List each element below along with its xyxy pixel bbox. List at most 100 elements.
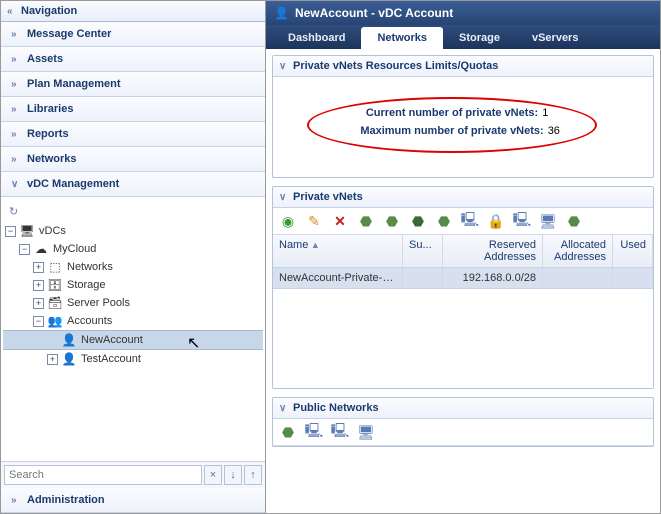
account-icon: 👤 xyxy=(61,333,77,347)
tab-networks[interactable]: Networks xyxy=(361,27,443,49)
chevron-down-icon: ∨ xyxy=(279,61,289,72)
tree-server-pools[interactable]: + 🗃 Server Pools xyxy=(3,294,263,312)
collapse-icon[interactable]: « xyxy=(7,6,17,17)
quota-label: Current number of private vNets: xyxy=(366,107,538,119)
cloud-icon: ☁ xyxy=(33,242,49,256)
tab-vservers[interactable]: vServers xyxy=(516,27,595,49)
page-title: NewAccount - vDC Account xyxy=(295,6,453,20)
tabs: Dashboard Networks Storage vServers xyxy=(266,25,660,49)
tree-label: TestAccount xyxy=(81,353,141,365)
quota-label: Maximum number of private vNets: xyxy=(360,125,543,137)
nav-label: Networks xyxy=(27,153,77,165)
nav-administration[interactable]: »Administration xyxy=(1,488,265,513)
panel-title: Private vNets Resources Limits/Quotas xyxy=(293,60,498,72)
col-allocated[interactable]: Allocated Addresses xyxy=(543,235,613,267)
cell-name: NewAccount-Private-v... xyxy=(273,268,403,288)
search-input[interactable] xyxy=(4,465,202,485)
expand-toggle[interactable]: − xyxy=(5,226,16,237)
expand-toggle[interactable]: + xyxy=(33,298,44,309)
private-vnets-panel: ∨ Private vNets ◉ ✎ ✕ ⬣ ⬣ ⬣ ⬣ 🖳 🔒 🖳 🖥 ⬣ xyxy=(272,186,654,389)
tree-label: NewAccount xyxy=(81,334,143,346)
title-bar: 👤 NewAccount - vDC Account xyxy=(266,1,660,25)
cell-reserved: 192.168.0.0/28 xyxy=(443,268,543,288)
server-icon[interactable]: 🖳 xyxy=(305,423,323,441)
quota-max: Maximum number of private vNets: 36 xyxy=(360,125,565,137)
net-icon[interactable]: ⬣ xyxy=(357,212,375,230)
nav-vdc-management[interactable]: ∨vDC Management xyxy=(1,172,265,197)
nav-networks[interactable]: »Networks xyxy=(1,147,265,172)
add-icon[interactable]: ◉ xyxy=(279,212,297,230)
tree-newaccount[interactable]: 👤 NewAccount ↖ xyxy=(3,330,263,350)
private-vnets-head[interactable]: ∨ Private vNets xyxy=(273,187,653,208)
tree-storage[interactable]: + 🗄 Storage xyxy=(3,276,263,294)
net-icon-4[interactable]: ⬣ xyxy=(435,212,453,230)
nav-reports[interactable]: »Reports xyxy=(1,122,265,147)
quotas-panel-head[interactable]: ∨ Private vNets Resources Limits/Quotas xyxy=(273,56,653,77)
net-icon-3[interactable]: ⬣ xyxy=(409,212,427,230)
col-su[interactable]: Su... xyxy=(403,235,443,267)
quota-current: Current number of private vNets: 1 xyxy=(366,107,560,119)
tree-label: Storage xyxy=(67,279,106,291)
vnets-table-body: NewAccount-Private-v... 192.168.0.0/28 xyxy=(273,268,653,388)
quotas-body: Current number of private vNets: 1 Maxim… xyxy=(273,77,653,177)
quota-value: 1 xyxy=(542,107,560,119)
tree-label: Accounts xyxy=(67,315,112,327)
public-networks-panel: ∨ Public Networks ⬣ 🖳 🖳 🖥 xyxy=(272,397,654,447)
navigation-header: « Navigation xyxy=(1,1,265,22)
server-icon-2[interactable]: 🖳 xyxy=(513,212,531,230)
storage-icon: 🗄 xyxy=(47,278,63,292)
chevron-down-icon: ∨ xyxy=(279,192,289,203)
nav-message-center[interactable]: »Message Center xyxy=(1,22,265,47)
cell-su xyxy=(403,268,443,288)
server-group-icon[interactable]: 🖥 xyxy=(539,212,557,230)
expand-toggle[interactable]: + xyxy=(47,354,58,365)
panel-title: Private vNets xyxy=(293,191,363,203)
tree-testaccount[interactable]: + 👤 TestAccount xyxy=(3,350,263,368)
col-used[interactable]: Used xyxy=(613,235,653,267)
panel-title: Public Networks xyxy=(293,402,379,414)
nav-assets[interactable]: »Assets xyxy=(1,47,265,72)
public-networks-head[interactable]: ∨ Public Networks xyxy=(273,398,653,419)
tree-accounts[interactable]: − 👥 Accounts xyxy=(3,312,263,330)
vnets-toolbar: ◉ ✎ ✕ ⬣ ⬣ ⬣ ⬣ 🖳 🔒 🖳 🖥 ⬣ xyxy=(273,208,653,235)
lock-icon[interactable]: 🔒 xyxy=(487,212,505,230)
nav-label: Message Center xyxy=(27,28,111,40)
nav-plan-management[interactable]: »Plan Management xyxy=(1,72,265,97)
expand-toggle[interactable]: − xyxy=(33,316,44,327)
tree-mycloud[interactable]: − ☁ MyCloud xyxy=(3,240,263,258)
tree-toolbar: ↻ xyxy=(3,201,263,222)
search-down-button[interactable]: ↓ xyxy=(224,465,242,485)
expand-toggle[interactable]: + xyxy=(33,280,44,291)
nav-label: Reports xyxy=(27,128,69,140)
tab-dashboard[interactable]: Dashboard xyxy=(272,27,361,49)
chevron-icon: » xyxy=(11,79,21,90)
col-name[interactable]: Name xyxy=(273,235,403,267)
expand-toggle[interactable]: − xyxy=(19,244,30,255)
server-icon: 🗃 xyxy=(47,296,63,310)
expand-toggle[interactable]: + xyxy=(33,262,44,273)
table-row[interactable]: NewAccount-Private-v... 192.168.0.0/28 xyxy=(273,268,653,289)
nav-libraries[interactable]: »Libraries xyxy=(1,97,265,122)
server-group-icon[interactable]: 🖥 xyxy=(357,423,375,441)
tree-label: vDCs xyxy=(39,225,66,237)
tree-label: MyCloud xyxy=(53,243,96,255)
server-icon[interactable]: 🖳 xyxy=(461,212,479,230)
nav-label: Assets xyxy=(27,53,63,65)
clear-search-button[interactable]: × xyxy=(204,465,222,485)
edit-icon[interactable]: ✎ xyxy=(305,212,323,230)
server-icon-2[interactable]: 🖳 xyxy=(331,423,349,441)
delete-icon[interactable]: ✕ xyxy=(331,212,349,230)
tree-networks[interactable]: + ⬚ Networks xyxy=(3,258,263,276)
net-icon-5[interactable]: ⬣ xyxy=(565,212,583,230)
col-reserved[interactable]: Reserved Addresses xyxy=(443,235,543,267)
tab-storage[interactable]: Storage xyxy=(443,27,516,49)
vnets-table-head: Name Su... Reserved Addresses Allocated … xyxy=(273,235,653,268)
detail-panel: 👤 NewAccount - vDC Account Dashboard Net… xyxy=(266,1,660,513)
app-root: « Navigation »Message Center »Assets »Pl… xyxy=(0,0,661,514)
tree-vdcs[interactable]: − 🖥 vDCs xyxy=(3,222,263,240)
net-icon-2[interactable]: ⬣ xyxy=(383,212,401,230)
navigation-title: Navigation xyxy=(21,5,77,17)
net-icon[interactable]: ⬣ xyxy=(279,423,297,441)
search-up-button[interactable]: ↑ xyxy=(244,465,262,485)
chevron-down-icon: ∨ xyxy=(11,179,21,190)
